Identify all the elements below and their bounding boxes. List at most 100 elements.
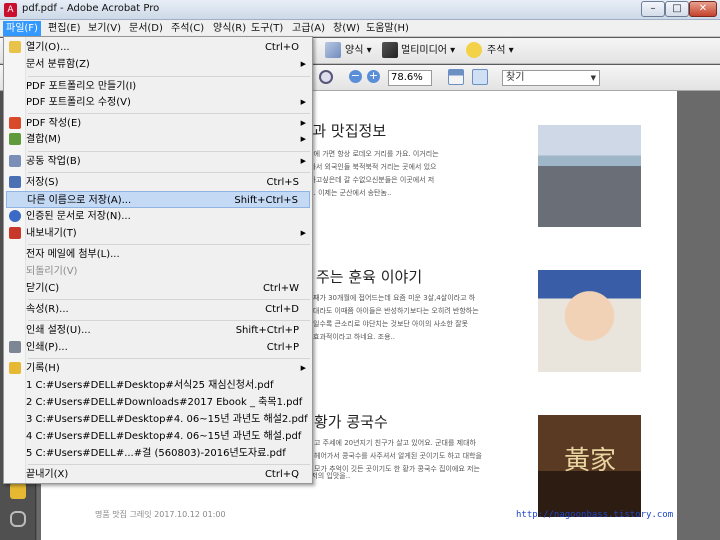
recent-file-2[interactable]: 2 C:#Users#DELL#Downloads#2017 Ebook _ 축… [6, 394, 310, 411]
menu-forms[interactable]: 양식(R) [210, 21, 249, 36]
file-menu-dropdown: 열기(O)... Ctrl+O 문서 분류함(Z) ▶ PDF 포트폴리오 만들… [3, 36, 313, 484]
menu-item-label: 인쇄(P)... [26, 342, 68, 353]
menu-item-label: 결합(M) [26, 134, 61, 145]
menu-item-shortcut: Ctrl+D [265, 304, 299, 315]
certified-ribbon-icon [9, 210, 21, 222]
menu-separator [28, 76, 310, 77]
fit-width-icon[interactable] [472, 69, 488, 85]
comment-icon[interactable] [466, 42, 482, 58]
menu-item-label: 문서 분류함(Z) [26, 59, 90, 70]
menu-separator [28, 244, 310, 245]
menu-item-save-certified[interactable]: 인증된 문서로 저장(N)... [6, 208, 310, 225]
multimedia-label: 멀티미디어 [401, 45, 447, 56]
find-input[interactable]: 찾기 ▼ [502, 70, 600, 86]
menu-item-open[interactable]: 열기(O)... Ctrl+O [6, 39, 310, 56]
menu-window[interactable]: 창(W) [330, 21, 363, 36]
submenu-arrow-icon: ▶ [300, 364, 306, 372]
street-photo [538, 125, 641, 227]
recent-file-5[interactable]: 5 C:#Users#DELL#...#걸 (560803)-2016년도자료.… [6, 445, 310, 462]
menu-item-modify-portfolio[interactable]: PDF 포트폴리오 수정(V) ▶ [6, 94, 310, 111]
body-line: 대라도 이때쯤 아이들은 반성하기보다는 오히려 반항하는 [313, 307, 479, 315]
zoom-tool-icon[interactable] [319, 70, 333, 84]
menu-file[interactable]: 파일(F) [3, 21, 41, 36]
menu-item-exit[interactable]: 끝내기(X) Ctrl+Q [6, 466, 310, 483]
fit-page-icon[interactable] [448, 69, 464, 85]
menu-item-label: 1 C:#Users#DELL#Desktop#서식25 재심신청서.pdf [26, 380, 274, 391]
menu-item-save-as[interactable]: 다른 이름으로 저장(A)... Shift+Ctrl+S [6, 191, 310, 208]
menu-item-label: 끝내기(X) [26, 469, 69, 480]
menu-help[interactable]: 도움말(H) [363, 21, 412, 36]
window-title: pdf.pdf - Adobe Acrobat Pro [22, 3, 160, 14]
menu-item-print[interactable]: 인쇄(P)... Ctrl+P [6, 339, 310, 356]
submenu-arrow-icon: ▶ [300, 135, 306, 143]
forms-button[interactable]: 양식 ▾ [345, 41, 372, 61]
menu-comments[interactable]: 주석(C) [168, 21, 207, 36]
menu-item-create-portfolio[interactable]: PDF 포트폴리오 만들기(I) [6, 78, 310, 95]
menu-separator [28, 299, 310, 300]
menu-item-label: 내보내기(T) [26, 228, 77, 239]
menu-item-history[interactable]: 기록(H) ▶ [6, 360, 310, 377]
find-placeholder: 찾기 [506, 72, 525, 83]
menu-item-label: 2 C:#Users#DELL#Downloads#2017 Ebook _ 축… [26, 397, 303, 408]
article-heading-3: 황가 콩국수 [314, 413, 388, 431]
maximize-button[interactable]: □ [665, 1, 689, 17]
menu-item-properties[interactable]: 속성(R)... Ctrl+D [6, 301, 310, 318]
menu-item-print-setup[interactable]: 인쇄 설정(U)... Shift+Ctrl+P [6, 322, 310, 339]
menu-item-close[interactable]: 닫기(C) Ctrl+W [6, 280, 310, 297]
blog-watermark: http://nagoonbass.tistory.com [516, 510, 674, 520]
restaurant-sign-photo: 黃家 [538, 415, 641, 517]
submenu-arrow-icon: ▶ [300, 157, 306, 165]
history-icon [9, 362, 21, 374]
comments-pane-icon[interactable] [10, 483, 26, 499]
menu-item-label: 되돌리기(V) [26, 266, 78, 277]
menu-view[interactable]: 보기(V) [85, 21, 124, 36]
menu-item-save[interactable]: 저장(S) Ctrl+S [6, 174, 310, 191]
menu-advanced[interactable]: 고급(A) [289, 21, 328, 36]
acrobat-app-icon[interactable]: A [4, 3, 17, 17]
multimedia-icon[interactable] [382, 42, 398, 58]
zoom-level-input[interactable]: 78.6% [388, 70, 432, 86]
title-bar: A pdf.pdf - Adobe Acrobat Pro – □ ✕ [0, 0, 720, 20]
zoom-in-icon[interactable]: + [367, 70, 380, 83]
menu-item-label: 인증된 문서로 저장(N)... [26, 211, 131, 222]
menu-separator [28, 358, 310, 359]
menu-item-label: 3 C:#Users#DELL#Desktop#4. 06~15년 과년도 해설… [26, 414, 308, 425]
menu-item-label: 닫기(C) [26, 283, 60, 294]
menu-item-revert: 되돌리기(V) [6, 263, 310, 280]
close-button[interactable]: ✕ [689, 1, 717, 17]
minimize-button[interactable]: – [641, 1, 665, 17]
body-line: 째가 30개월에 접어드는데 요즘 미운 3살,4살이라고 하 [313, 294, 476, 302]
menu-item-label: 속성(R)... [26, 304, 69, 315]
attachments-paperclip-icon[interactable] [10, 511, 26, 527]
recent-file-3[interactable]: 3 C:#Users#DELL#Desktop#4. 06~15년 과년도 해설… [6, 411, 310, 428]
menu-item-combine[interactable]: 결합(M) ▶ [6, 131, 310, 148]
menu-item-label: PDF 포트폴리오 수정(V) [26, 97, 131, 108]
zoom-value: 78.6% [391, 72, 423, 83]
recent-file-1[interactable]: 1 C:#Users#DELL#Desktop#서식25 재심신청서.pdf [6, 377, 310, 394]
export-icon [9, 227, 21, 239]
menu-item-organizer[interactable]: 문서 분류함(Z) ▶ [6, 56, 310, 73]
menu-edit[interactable]: 편집(E) [45, 21, 84, 36]
menu-item-collaborate[interactable]: 공동 작업(B) ▶ [6, 153, 310, 170]
menu-item-shortcut: Ctrl+Q [264, 469, 299, 480]
menu-item-shortcut: Ctrl+P [266, 342, 299, 353]
menu-document[interactable]: 문서(D) [126, 21, 166, 36]
menu-item-label: PDF 포트폴리오 만들기(I) [26, 81, 137, 92]
comment-label: 주석 [487, 45, 506, 56]
menu-item-attach-email[interactable]: 전자 메일에 첨부(L)... [6, 246, 310, 263]
body-line: 효과적이라고 하네요. 조용.. [313, 333, 395, 341]
body-line: 고 주세에 20년지기 친구가 살고 있어요. 군대를 제대하 [314, 439, 476, 447]
menu-item-shortcut: Ctrl+O [264, 42, 299, 53]
menu-tools[interactable]: 도구(T) [248, 21, 286, 36]
submenu-arrow-icon: ▶ [300, 119, 306, 127]
menu-item-create-pdf[interactable]: PDF 작성(E) ▶ [6, 115, 310, 132]
multimedia-button[interactable]: 멀티미디어 ▾ [401, 41, 455, 61]
menu-item-export[interactable]: 내보내기(T) ▶ [6, 225, 310, 242]
find-dropdown-icon[interactable]: ▼ [591, 71, 596, 85]
menu-item-label: 공동 작업(B) [26, 156, 81, 167]
menu-item-label: 열기(O)... [26, 42, 70, 53]
recent-file-4[interactable]: 4 C:#Users#DELL#Desktop#4. 06~15년 과년도 해설… [6, 428, 310, 445]
comment-button[interactable]: 주석 ▾ [487, 41, 514, 61]
forms-icon[interactable] [325, 42, 341, 58]
zoom-out-icon[interactable]: − [349, 70, 362, 83]
